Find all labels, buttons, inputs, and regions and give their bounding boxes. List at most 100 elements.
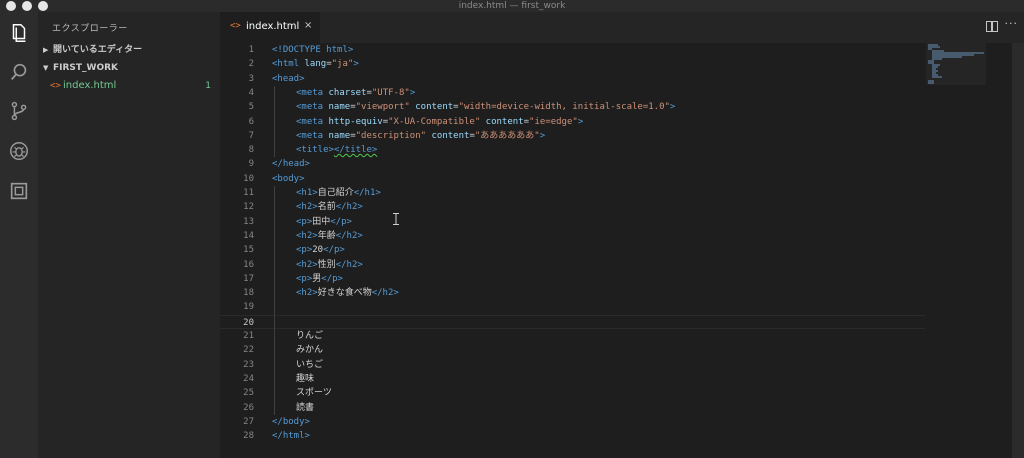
- code-line[interactable]: 23 いちご: [220, 358, 925, 372]
- code-line[interactable]: 21 りんご: [220, 329, 925, 343]
- code-line[interactable]: 19: [220, 300, 925, 314]
- code-line[interactable]: 14 <h2>年齢</h2>: [220, 229, 925, 243]
- code-editor[interactable]: 1 <!DOCTYPE html> 2 <html lang="ja"> 3 <head>…: [220, 43, 1024, 458]
- code-token: 男: [312, 273, 322, 284]
- code-line[interactable]: 28 </html>: [220, 429, 925, 443]
- code-token: </p>: [330, 216, 352, 227]
- files-icon[interactable]: [7, 21, 31, 45]
- chevron-right-icon: ▶: [43, 46, 49, 54]
- code-line[interactable]: 20: [220, 314, 925, 329]
- code-line[interactable]: 17 <p>男</p>: [220, 272, 925, 286]
- code-token: りんご: [296, 331, 324, 341]
- line-number: 24: [243, 373, 254, 384]
- code-line[interactable]: 27 </body>: [220, 415, 925, 429]
- code-line[interactable]: 13 <p>田中</p>: [220, 215, 925, 229]
- code-line[interactable]: 5 <meta name="viewport" content="width=de…: [220, 100, 925, 114]
- code-line[interactable]: 22 みかん: [220, 343, 925, 357]
- debug-icon[interactable]: [7, 139, 31, 163]
- code-token: 読書: [296, 402, 315, 413]
- explorer-sidebar: エクスプローラー ▶ 開いているエディター ▼ FIRST_WORK <> in…: [38, 12, 220, 458]
- chevron-down-icon: ▼: [43, 64, 49, 72]
- code-token: </h2>: [371, 288, 399, 299]
- code-token: "viewport": [355, 102, 410, 113]
- line-number: 26: [243, 402, 254, 413]
- code-text: 読書: [296, 401, 314, 415]
- line-number: 4: [248, 87, 254, 98]
- code-token: 性別: [317, 259, 336, 270]
- code-text: りんご: [296, 329, 323, 343]
- line-number: 27: [243, 416, 254, 427]
- code-text: </body>: [272, 415, 310, 429]
- line-number: 6: [248, 116, 254, 127]
- line-number: 12: [243, 202, 254, 213]
- code-token: "ja": [331, 59, 354, 70]
- code-token: <h2>: [296, 288, 318, 299]
- code-text: いちご: [296, 358, 323, 372]
- line-number: 2: [248, 59, 254, 70]
- code-line[interactable]: 10 <body>: [220, 172, 925, 186]
- code-token: content: [415, 102, 454, 113]
- code-line[interactable]: 2 <html lang="ja">: [220, 57, 925, 71]
- code-token: <body>: [272, 173, 305, 184]
- line-number: 9: [248, 159, 254, 170]
- indent-guide: [274, 85, 275, 158]
- more-actions-icon[interactable]: ···: [1005, 17, 1019, 30]
- code-line[interactable]: 11 <h1>自己紹介</h1>: [220, 186, 925, 200]
- code-text: <body>: [272, 172, 305, 186]
- code-line[interactable]: 9 </head>: [220, 157, 925, 171]
- line-number: 8: [248, 145, 254, 156]
- code-token: みかん: [296, 345, 324, 356]
- tab-index-html[interactable]: <> index.html ×: [220, 12, 320, 43]
- search-icon[interactable]: [7, 60, 31, 84]
- code-line[interactable]: 26 読書: [220, 401, 925, 415]
- minimap[interactable]: [926, 43, 996, 103]
- code-token: </p>: [321, 273, 343, 284]
- code-token: content: [485, 116, 524, 127]
- code-token: lang: [304, 59, 327, 70]
- close-tab-icon[interactable]: ×: [304, 20, 312, 31]
- code-token: 名前: [317, 202, 336, 213]
- vertical-scrollbar[interactable]: [1012, 43, 1024, 458]
- line-number: 18: [243, 288, 254, 299]
- title-bar: index.html — first_work: [0, 0, 1024, 12]
- code-line[interactable]: 3 <head>: [220, 72, 925, 86]
- source-control-icon[interactable]: [7, 99, 31, 123]
- editor-tab-bar: <> index.html × ···: [220, 12, 1024, 43]
- code-line[interactable]: 18 <h2>好きな食べ物</h2>: [220, 286, 925, 300]
- code-token: name: [328, 130, 351, 141]
- code-line[interactable]: 15 <p>20</p>: [220, 243, 925, 257]
- code-text: </head>: [272, 157, 310, 171]
- code-text: みかん: [296, 343, 323, 357]
- code-line[interactable]: 6 <meta http-equiv="X-UA-Compatible" cont…: [220, 115, 925, 129]
- code-text: <h2>性別</h2>: [296, 258, 363, 272]
- code-line[interactable]: 25 スポーツ: [220, 386, 925, 400]
- code-text: <h2>名前</h2>: [296, 200, 363, 214]
- code-token: <meta: [296, 130, 329, 141]
- code-line[interactable]: 4 <meta charset="UTF-8">: [220, 86, 925, 100]
- code-line[interactable]: 24 趣味: [220, 372, 925, 386]
- line-number: 16: [243, 259, 254, 270]
- code-token: 自己紹介: [317, 188, 354, 198]
- file-item-index-html[interactable]: <> index.html 1: [38, 78, 220, 94]
- code-token: >: [577, 116, 584, 127]
- code-line[interactable]: 16 <h2>性別</h2>: [220, 258, 925, 272]
- code-line[interactable]: 8 <title></title>: [220, 143, 925, 157]
- code-text: <meta name="viewport" content="width=dev…: [296, 100, 675, 114]
- code-line[interactable]: 1 <!DOCTYPE html>: [220, 43, 925, 57]
- split-editor-icon[interactable]: [986, 21, 998, 32]
- line-number: 10: [243, 173, 254, 184]
- open-editors-section[interactable]: ▶ 開いているエディター: [38, 42, 220, 58]
- code-text: <h2>年齢</h2>: [296, 229, 363, 243]
- project-folder-label: FIRST_WORK: [53, 63, 119, 73]
- code-line[interactable]: 7 <meta name="description" content="あああああ…: [220, 129, 925, 143]
- line-number: 20: [243, 317, 254, 328]
- project-folder-section[interactable]: ▼ FIRST_WORK: [38, 60, 220, 76]
- code-token: "ああああああ": [474, 130, 540, 141]
- code-text: 趣味: [296, 372, 314, 386]
- line-number: 5: [248, 102, 254, 113]
- extensions-icon[interactable]: [7, 179, 31, 203]
- code-token: </head>: [272, 159, 310, 170]
- html-file-icon: <>: [50, 81, 61, 91]
- code-token: いちご: [296, 359, 324, 370]
- code-line[interactable]: 12 <h2>名前</h2>: [220, 200, 925, 214]
